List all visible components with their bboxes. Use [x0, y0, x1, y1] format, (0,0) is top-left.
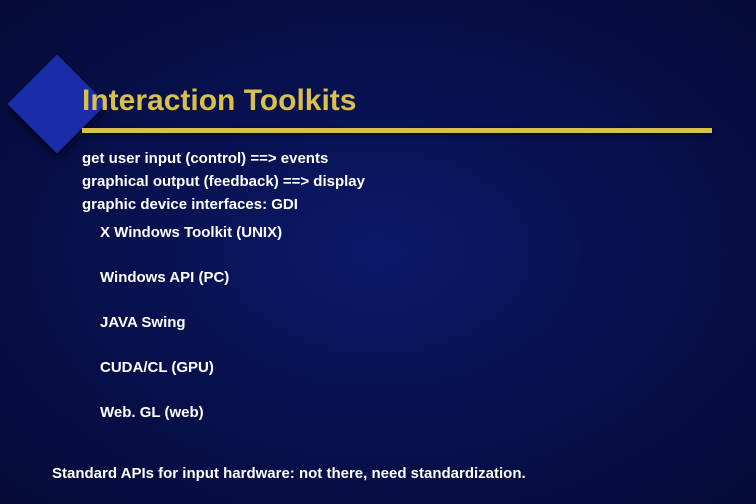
footer-note: Standard APIs for input hardware: not th…: [52, 465, 526, 482]
intro-line: graphic device interfaces: GDI: [82, 194, 365, 215]
list-item: CUDA/CL (GPU): [100, 359, 282, 376]
list-item: Web. GL (web): [100, 404, 282, 421]
intro-line: graphical output (feedback) ==> display: [82, 171, 365, 192]
slide-title: Interaction Toolkits: [82, 84, 356, 118]
intro-line: get user input (control) ==> events: [82, 148, 365, 169]
list-item: X Windows Toolkit (UNIX): [100, 224, 282, 241]
list-item: Windows API (PC): [100, 269, 282, 286]
intro-block: get user input (control) ==> events grap…: [82, 148, 365, 217]
toolkit-list: X Windows Toolkit (UNIX) Windows API (PC…: [100, 224, 282, 449]
title-underline: [82, 128, 712, 133]
list-item: JAVA Swing: [100, 314, 282, 331]
